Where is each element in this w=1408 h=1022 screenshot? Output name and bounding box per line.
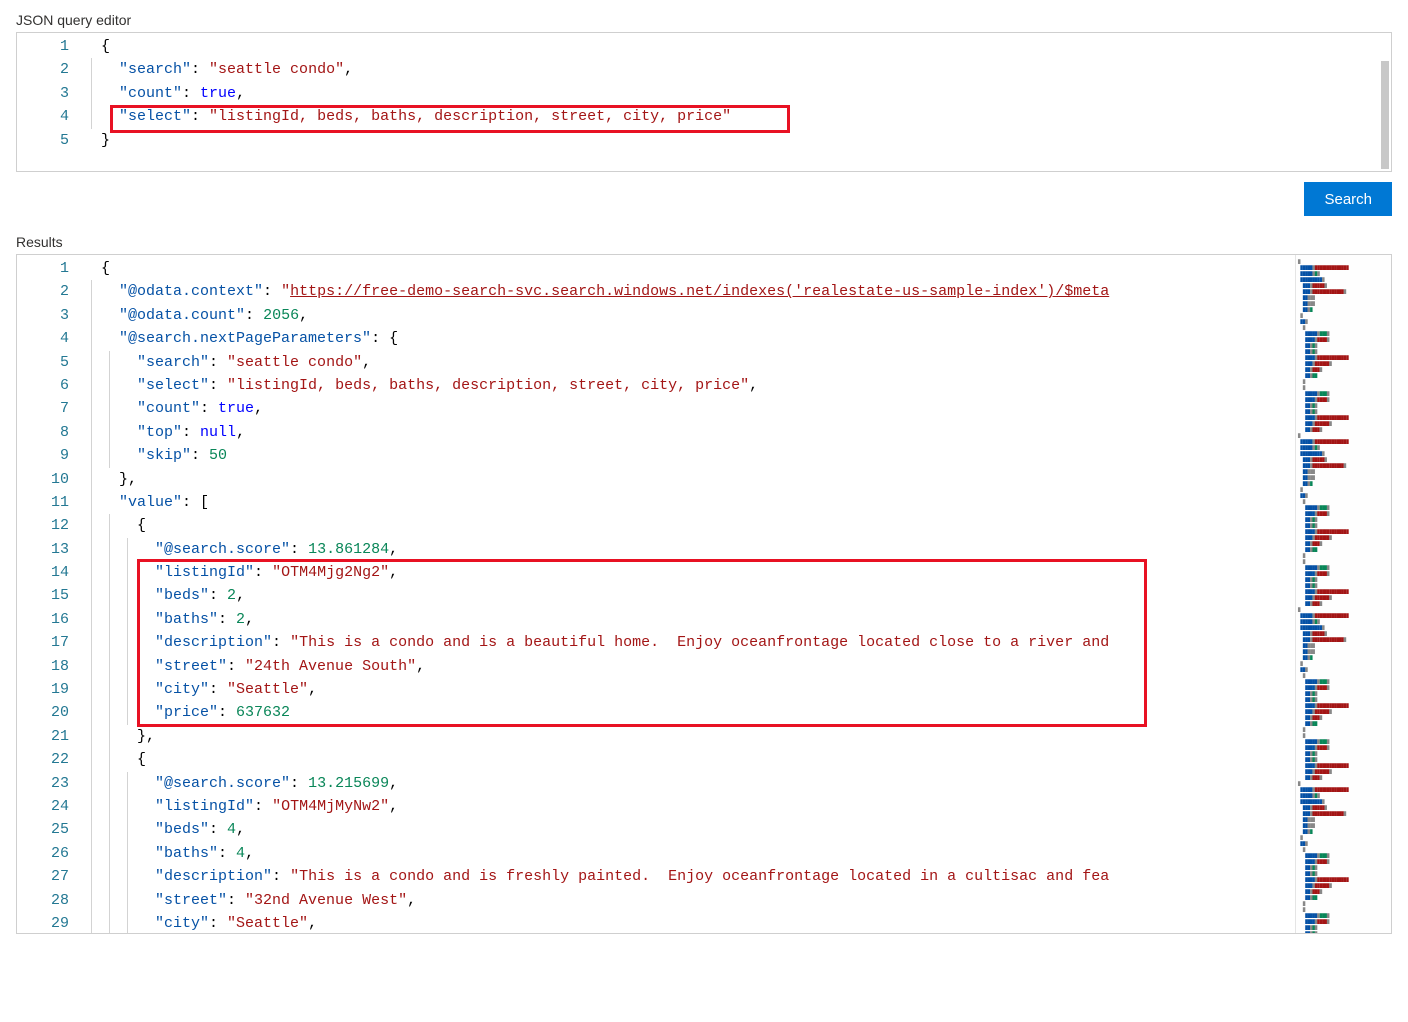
line-number: 6 bbox=[17, 374, 69, 397]
line-number: 24 bbox=[17, 795, 69, 818]
code-line: "city": "Seattle", bbox=[87, 912, 1295, 933]
line-number: 2 bbox=[17, 280, 69, 303]
code-line: "count": true, bbox=[87, 397, 1295, 420]
json-editor-label: JSON query editor bbox=[16, 12, 1392, 28]
line-number: 23 bbox=[17, 772, 69, 795]
code-line: "street": "24th Avenue South", bbox=[87, 655, 1295, 678]
line-number: 21 bbox=[17, 725, 69, 748]
line-number: 1 bbox=[17, 35, 69, 58]
code-line: "select": "listingId, beds, baths, descr… bbox=[87, 105, 1391, 128]
code-line: "@search.nextPageParameters": { bbox=[87, 327, 1295, 350]
code-line: }, bbox=[87, 468, 1295, 491]
code-line: } bbox=[87, 129, 1391, 152]
overview-ruler[interactable]: █ ████████████████████ ████████ ████████… bbox=[1295, 255, 1391, 933]
code-line: "street": "32nd Avenue West", bbox=[87, 889, 1295, 912]
line-number: 13 bbox=[17, 538, 69, 561]
line-number: 16 bbox=[17, 608, 69, 631]
code-line: "top": null, bbox=[87, 421, 1295, 444]
code-line: { bbox=[87, 748, 1295, 771]
code-line: "description": "This is a condo and is a… bbox=[87, 631, 1295, 654]
code-line: "description": "This is a condo and is f… bbox=[87, 865, 1295, 888]
code-line: "@odata.context": "https://free-demo-sea… bbox=[87, 280, 1295, 303]
line-number: 7 bbox=[17, 397, 69, 420]
code-line: { bbox=[87, 257, 1295, 280]
line-number: 4 bbox=[17, 105, 69, 128]
line-number: 2 bbox=[17, 58, 69, 81]
line-number: 25 bbox=[17, 818, 69, 841]
code-line: "@odata.count": 2056, bbox=[87, 304, 1295, 327]
line-number: 10 bbox=[17, 468, 69, 491]
line-number: 3 bbox=[17, 82, 69, 105]
line-number: 20 bbox=[17, 701, 69, 724]
code-line: "beds": 4, bbox=[87, 818, 1295, 841]
line-number: 11 bbox=[17, 491, 69, 514]
code-line: { bbox=[87, 35, 1391, 58]
code-line: "baths": 2, bbox=[87, 608, 1295, 631]
code-line: "@search.score": 13.215699, bbox=[87, 772, 1295, 795]
line-number: 8 bbox=[17, 421, 69, 444]
code-line: "search": "seattle condo", bbox=[87, 351, 1295, 374]
line-number: 14 bbox=[17, 561, 69, 584]
code-line: "listingId": "OTM4MjMyNw2", bbox=[87, 795, 1295, 818]
code-line: "price": 637632 bbox=[87, 701, 1295, 724]
line-number: 26 bbox=[17, 842, 69, 865]
editor-code-area[interactable]: { "search": "seattle condo", "count": tr… bbox=[87, 33, 1391, 152]
line-number: 27 bbox=[17, 865, 69, 888]
code-line: "beds": 2, bbox=[87, 584, 1295, 607]
line-number: 5 bbox=[17, 129, 69, 152]
code-line: "value": [ bbox=[87, 491, 1295, 514]
line-number: 29 bbox=[17, 912, 69, 933]
results-gutter: 1234567891011121314151617181920212223242… bbox=[17, 255, 87, 933]
line-number: 22 bbox=[17, 748, 69, 771]
code-line: "count": true, bbox=[87, 82, 1391, 105]
line-number: 19 bbox=[17, 678, 69, 701]
code-line: "listingId": "OTM4Mjg2Ng2", bbox=[87, 561, 1295, 584]
line-number: 5 bbox=[17, 351, 69, 374]
search-button[interactable]: Search bbox=[1304, 182, 1392, 216]
line-number: 28 bbox=[17, 889, 69, 912]
code-line: }, bbox=[87, 725, 1295, 748]
line-number: 1 bbox=[17, 257, 69, 280]
line-number: 3 bbox=[17, 304, 69, 327]
results-code-area[interactable]: { "@odata.context": "https://free-demo-s… bbox=[87, 255, 1295, 933]
code-line: "baths": 4, bbox=[87, 842, 1295, 865]
code-line: "skip": 50 bbox=[87, 444, 1295, 467]
json-query-editor[interactable]: 12345 { "search": "seattle condo", "coun… bbox=[16, 32, 1392, 172]
line-number: 12 bbox=[17, 514, 69, 537]
code-line: "city": "Seattle", bbox=[87, 678, 1295, 701]
line-number: 9 bbox=[17, 444, 69, 467]
results-label: Results bbox=[16, 234, 1392, 250]
code-line: "select": "listingId, beds, baths, descr… bbox=[87, 374, 1295, 397]
code-line: "search": "seattle condo", bbox=[87, 58, 1391, 81]
code-line: "@search.score": 13.861284, bbox=[87, 538, 1295, 561]
line-number: 15 bbox=[17, 584, 69, 607]
code-line: { bbox=[87, 514, 1295, 537]
line-number: 4 bbox=[17, 327, 69, 350]
line-number: 17 bbox=[17, 631, 69, 654]
editor-gutter: 12345 bbox=[17, 33, 87, 152]
editor-scrollbar[interactable] bbox=[1381, 61, 1389, 169]
results-viewer[interactable]: 1234567891011121314151617181920212223242… bbox=[16, 254, 1392, 934]
line-number: 18 bbox=[17, 655, 69, 678]
